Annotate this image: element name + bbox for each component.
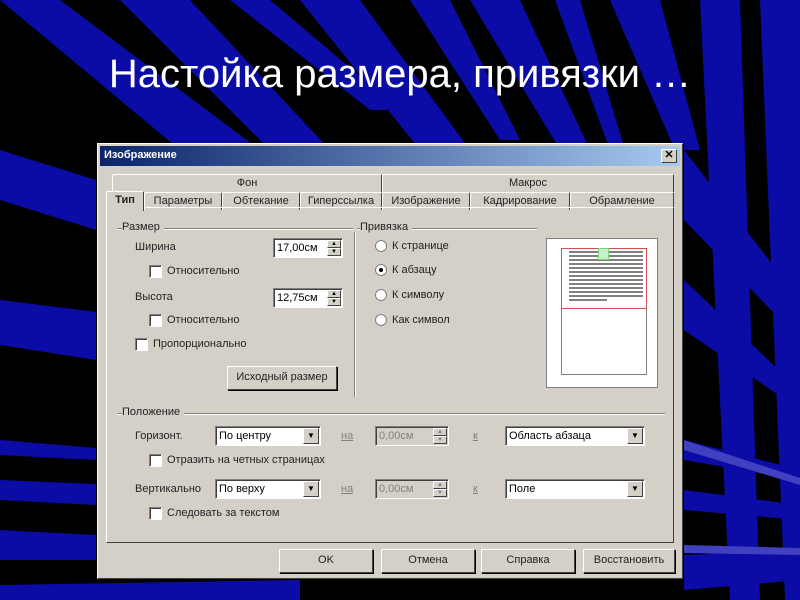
tab-label: Кадрирование <box>483 195 557 207</box>
width-relative-checkbox[interactable] <box>149 265 162 278</box>
dialog-title: Изображение <box>104 149 177 161</box>
height-spinbox[interactable]: 12,75см ▲ ▼ <box>273 288 343 308</box>
proportional-label: Пропорционально <box>153 338 247 350</box>
follow-text-checkbox[interactable] <box>149 507 162 520</box>
vertical-by-label: на <box>341 483 354 495</box>
dialog-titlebar[interactable]: Изображение ✕ <box>100 146 680 166</box>
anchor-to-character-radio[interactable] <box>375 289 387 301</box>
close-icon: ✕ <box>664 149 674 161</box>
vertical-value: По верху <box>219 483 265 495</box>
vertical-by-spinbox[interactable]: 0,00см ▲ ▼ <box>375 479 449 499</box>
horizontal-by-label: на <box>341 430 354 442</box>
anchor-to-paragraph-radio[interactable] <box>375 264 387 276</box>
horizontal-to-label: к <box>473 430 478 442</box>
horizontal-value: По центру <box>219 430 271 442</box>
spin-down-icon[interactable]: ▼ <box>327 248 341 256</box>
size-group-label: Размер <box>122 221 164 233</box>
preview-text-line <box>569 299 607 301</box>
horizontal-to-value: Область абзаца <box>509 430 591 442</box>
preview-image-frame <box>598 248 609 260</box>
height-value: 12,75см <box>277 292 318 304</box>
vertical-to-value: Поле <box>509 483 536 495</box>
vertical-select[interactable]: По верху ▼ <box>215 479 321 499</box>
reset-button[interactable]: Восстановить <box>583 549 675 573</box>
preview-text-line <box>569 283 643 285</box>
tab-label: Обрамление <box>589 195 655 207</box>
position-group-label: Положение <box>122 406 185 418</box>
follow-text-label: Следовать за текстом <box>167 507 280 519</box>
dropdown-arrow-icon[interactable]: ▼ <box>627 428 643 444</box>
help-button[interactable]: Справка <box>481 549 575 573</box>
tab-label: Тип <box>115 194 135 206</box>
anchor-to-paragraph-label: К абзацу <box>392 264 437 276</box>
preview-text-line <box>569 287 643 289</box>
vertical-label: Вертикально <box>135 483 202 495</box>
anchor-to-page-label: К странице <box>392 240 449 252</box>
tab-label: Параметры <box>153 195 213 207</box>
dropdown-arrow-icon[interactable]: ▼ <box>627 481 643 497</box>
horizontal-select[interactable]: По центру ▼ <box>215 426 321 446</box>
width-relative-label: Относительно <box>167 265 240 277</box>
width-spinbox[interactable]: 17,00см ▲ ▼ <box>273 238 343 258</box>
anchor-to-page-radio[interactable] <box>375 240 387 252</box>
width-value: 17,00см <box>277 242 318 254</box>
vertical-by-value: 0,00см <box>379 483 414 495</box>
height-relative-checkbox[interactable] <box>149 314 162 327</box>
tab-panel-type: Размер Ширина 17,00см ▲ ▼ Относительно Вы… <box>106 207 674 543</box>
dropdown-arrow-icon[interactable]: ▼ <box>303 428 319 444</box>
tab-type[interactable]: Тип <box>106 191 144 211</box>
vertical-to-label: к <box>473 483 478 495</box>
spin-up-icon[interactable]: ▲ <box>327 240 341 248</box>
preview-text-line <box>569 291 643 293</box>
ok-button[interactable]: OK <box>279 549 373 573</box>
width-label: Ширина <box>135 241 176 253</box>
close-button[interactable]: ✕ <box>661 149 677 163</box>
vertical-to-select[interactable]: Поле ▼ <box>505 479 645 499</box>
cancel-button[interactable]: Отмена <box>381 549 475 573</box>
preview-text-line <box>569 295 643 297</box>
anchor-as-character-label: Как символ <box>392 314 450 326</box>
anchor-as-character-radio[interactable] <box>375 314 387 326</box>
horizontal-by-spinbox[interactable]: 0,00см ▲ ▼ <box>375 426 449 446</box>
horizontal-by-value: 0,00см <box>379 430 414 442</box>
anchor-preview <box>546 238 658 388</box>
tab-background[interactable]: Фон <box>112 174 382 192</box>
mirror-even-pages-label: Отразить на четных страницах <box>167 454 325 466</box>
preview-text-line <box>569 279 643 281</box>
slide-title: Настойка размера, привязки … <box>108 52 692 96</box>
tab-label: Изображение <box>391 195 461 207</box>
spin-up-icon[interactable]: ▲ <box>327 290 341 298</box>
preview-text-line <box>569 271 643 273</box>
position-group-line <box>117 413 665 415</box>
horizontal-to-select[interactable]: Область абзаца ▼ <box>505 426 645 446</box>
anchor-to-character-label: К символу <box>392 289 445 301</box>
horizontal-label: Горизонт. <box>135 430 183 442</box>
height-label: Высота <box>135 291 173 303</box>
dropdown-arrow-icon[interactable]: ▼ <box>303 481 319 497</box>
preview-text-line <box>569 267 643 269</box>
image-dialog: Изображение ✕ Фон Макрос Тип Параметры О… <box>97 143 683 579</box>
spin-down-icon[interactable]: ▼ <box>433 489 447 497</box>
tab-label: Гиперссылка <box>307 195 375 207</box>
mirror-even-pages-checkbox[interactable] <box>149 454 162 467</box>
spin-down-icon[interactable]: ▼ <box>327 298 341 306</box>
group-separator <box>354 232 356 397</box>
anchor-group-label: Привязка <box>360 221 413 233</box>
tab-label: Макрос <box>509 177 547 189</box>
spin-down-icon[interactable]: ▼ <box>433 436 447 444</box>
spin-up-icon[interactable]: ▲ <box>433 428 447 436</box>
tab-macro[interactable]: Макрос <box>382 174 674 192</box>
preview-text-line <box>569 263 643 265</box>
original-size-button[interactable]: Исходный размер <box>227 366 337 390</box>
tab-label: Фон <box>236 177 258 189</box>
tab-label: Обтекание <box>233 195 289 207</box>
proportional-checkbox[interactable] <box>135 338 148 351</box>
spin-up-icon[interactable]: ▲ <box>433 481 447 489</box>
height-relative-label: Относительно <box>167 314 240 326</box>
preview-text-line <box>569 275 643 277</box>
